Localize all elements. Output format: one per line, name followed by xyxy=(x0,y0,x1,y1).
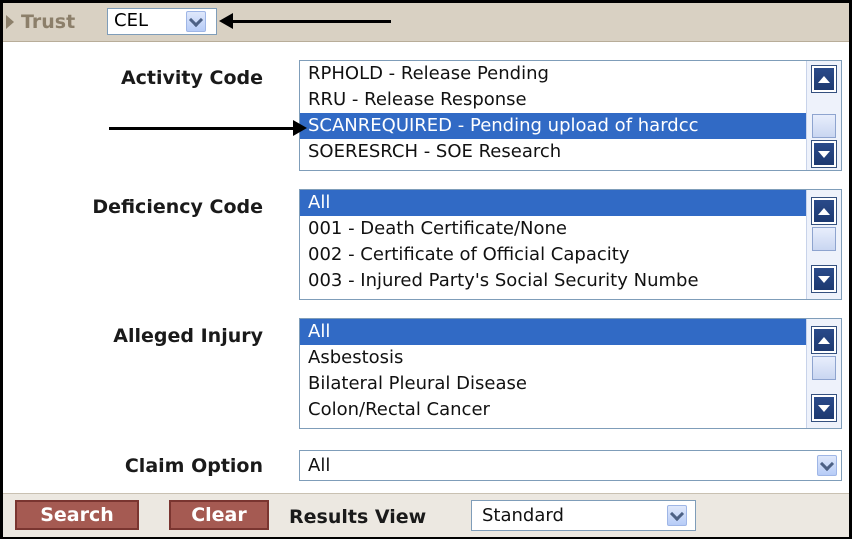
scroll-down-icon[interactable] xyxy=(811,265,837,293)
scroll-up-icon[interactable] xyxy=(811,326,837,354)
list-option[interactable]: 002 - Certificate of Official Capacity xyxy=(300,242,807,268)
scroll-up-icon[interactable] xyxy=(811,197,837,225)
results-view-select[interactable]: Standard xyxy=(471,500,696,531)
list-option[interactable]: Asbestosis xyxy=(300,345,807,371)
scroll-thumb[interactable] xyxy=(812,114,836,138)
list-option[interactable]: 001 - Death Certificate/None xyxy=(300,216,807,242)
alleged-injury-listbox[interactable]: All Asbestosis Bilateral Pleural Disease Co… xyxy=(299,318,842,429)
clear-button[interactable]: Clear xyxy=(169,500,269,530)
results-view-label: Results View xyxy=(289,506,427,528)
list-option[interactable]: SOERESRCH - SOE Research xyxy=(300,139,807,165)
list-option[interactable]: All xyxy=(300,190,807,216)
annotation-arrow-icon xyxy=(219,13,391,29)
chevron-down-icon[interactable] xyxy=(186,11,206,32)
list-option[interactable]: RRU - Release Response xyxy=(300,87,807,113)
alleged-injury-scrollbar[interactable] xyxy=(806,319,841,428)
action-bar: Search Clear Results View Standard xyxy=(3,493,849,537)
chevron-down-icon[interactable] xyxy=(667,505,687,526)
trust-select[interactable]: CEL xyxy=(107,8,217,35)
activity-code-label: Activity Code xyxy=(120,67,263,89)
search-button[interactable]: Search xyxy=(15,500,139,530)
alleged-injury-label: Alleged Injury xyxy=(113,325,263,347)
scroll-down-icon[interactable] xyxy=(811,394,837,422)
annotation-arrow-icon xyxy=(109,120,307,136)
trust-label: Trust xyxy=(21,11,76,33)
claim-option-select[interactable]: All xyxy=(299,450,842,481)
chevron-down-icon[interactable] xyxy=(817,455,837,476)
scroll-up-icon[interactable] xyxy=(811,65,837,93)
activity-code-scrollbar[interactable] xyxy=(806,61,841,170)
claim-option-label: Claim Option xyxy=(124,455,263,477)
scroll-thumb[interactable] xyxy=(812,227,836,251)
activity-code-listbox[interactable]: RPHOLD - Release Pending RRU - Release Re… xyxy=(299,60,842,171)
scroll-down-icon[interactable] xyxy=(811,140,837,168)
list-option[interactable]: Colon/Rectal Cancer xyxy=(300,397,807,423)
trust-select-value: CEL xyxy=(114,10,148,31)
collapse-caret-icon[interactable] xyxy=(6,15,14,29)
results-view-value: Standard xyxy=(482,505,564,526)
search-form-panel: Trust CEL Activity Code RPHOLD - Release… xyxy=(0,0,852,539)
deficiency-code-label: Deficiency Code xyxy=(92,196,263,218)
claim-option-value: All xyxy=(308,455,331,476)
trust-header-bar: Trust CEL xyxy=(3,3,849,42)
list-option[interactable]: All xyxy=(300,319,807,345)
deficiency-code-scrollbar[interactable] xyxy=(806,190,841,299)
scroll-thumb[interactable] xyxy=(812,356,836,380)
list-option[interactable]: RPHOLD - Release Pending xyxy=(300,61,807,87)
list-option[interactable]: 003 - Injured Party's Social Security Nu… xyxy=(300,268,807,294)
list-option[interactable]: Bilateral Pleural Disease xyxy=(300,371,807,397)
deficiency-code-listbox[interactable]: All 001 - Death Certificate/None 002 - Cer… xyxy=(299,189,842,300)
list-option[interactable]: SCANREQUIRED - Pending upload of hardcc xyxy=(300,113,807,139)
